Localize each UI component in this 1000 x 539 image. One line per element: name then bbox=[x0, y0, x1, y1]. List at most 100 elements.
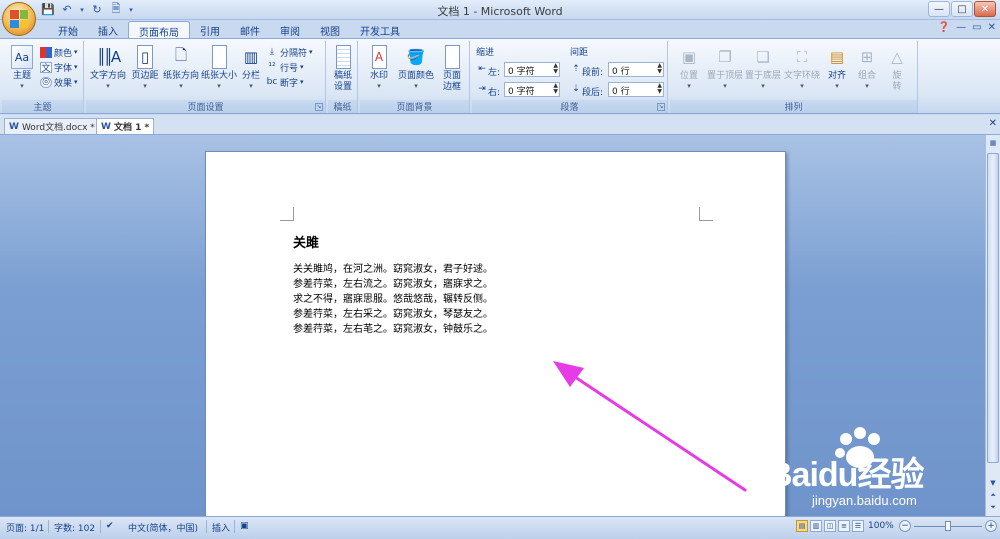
zoom-level[interactable]: 100% bbox=[868, 521, 894, 531]
columns-button[interactable]: ▥ 分栏 ▾ bbox=[238, 43, 264, 97]
zoom-in-icon[interactable]: + bbox=[985, 520, 997, 532]
status-divider bbox=[100, 520, 101, 533]
indent-left-input[interactable]: 0 字符 ▲ ▼ bbox=[504, 62, 560, 77]
indent-right-label: 右: bbox=[488, 88, 501, 98]
title-bar: 💾 ↶ ▾ ↻ 🗎 ▾ 文档 1 - Microsoft Word — □ ✕ bbox=[0, 0, 1000, 20]
page-color-icon: 🪣 bbox=[406, 48, 426, 66]
status-divider bbox=[234, 520, 235, 533]
document-body[interactable]: 关关雎鸠，在河之洲。窈窕淑女，君子好逑。 参差荇菜，左右流之。窈窕淑女，寤寐求之… bbox=[293, 262, 493, 337]
ribbon-minimize-icon[interactable]: — bbox=[956, 22, 966, 33]
tab-mailings[interactable]: 邮件 bbox=[230, 21, 270, 38]
zoom-out-icon[interactable]: − bbox=[899, 520, 911, 532]
scroll-down-icon[interactable]: ▼ bbox=[987, 477, 999, 489]
margins-button[interactable]: ▯ 页边距 ▾ bbox=[128, 43, 162, 97]
minimize-button[interactable]: — bbox=[928, 1, 950, 17]
breaks-button[interactable]: ⤓ 分隔符 ▾ bbox=[266, 45, 313, 59]
draft-view-icon[interactable]: ☰ bbox=[852, 520, 864, 532]
hyphenation-button[interactable]: bc 断字 ▾ bbox=[266, 75, 304, 89]
page-color-button[interactable]: 🪣 页面颜色 ▾ bbox=[396, 43, 436, 97]
margin-corner-top-left bbox=[280, 207, 294, 221]
close-doc-tab-icon[interactable]: ✕ bbox=[989, 118, 997, 129]
spacing-after-input[interactable]: 0 行 ▲ ▼ bbox=[608, 82, 664, 97]
tab-home[interactable]: 开始 bbox=[48, 21, 88, 38]
web-layout-view-icon[interactable]: ◫ bbox=[824, 520, 836, 532]
group-manuscript-label: 稿纸 bbox=[328, 100, 357, 113]
paragraph-launcher-icon[interactable]: ↘ bbox=[657, 103, 665, 111]
tab-page-layout[interactable]: 页面布局 bbox=[128, 21, 190, 39]
tab-view[interactable]: 视图 bbox=[310, 21, 350, 38]
align-button[interactable]: ▤ 对齐 ▾ bbox=[822, 43, 852, 97]
ribbon-restore-icon[interactable]: ▭ bbox=[972, 22, 981, 33]
tab-insert[interactable]: 插入 bbox=[88, 21, 128, 38]
theme-colors-button[interactable]: 颜色 ▾ bbox=[40, 45, 78, 59]
print-layout-view-icon[interactable]: ▤ bbox=[796, 520, 808, 532]
poem-line[interactable]: 参差荇菜，左右芼之。窈窕淑女，钟鼓乐之。 bbox=[293, 322, 493, 337]
bring-front-label: 置于顶层 bbox=[706, 71, 743, 81]
next-page-icon[interactable]: ⏷ bbox=[987, 501, 999, 513]
position-button: ▣ 位置 ▾ bbox=[672, 43, 706, 97]
doc-tab-document1[interactable]: W 文档 1 * bbox=[96, 118, 155, 134]
theme-fonts-icon: 文 bbox=[40, 61, 52, 74]
indent-left-spinner-icon[interactable]: ▲ ▼ bbox=[553, 63, 558, 75]
send-back-button: ❏ 置于底层 ▾ bbox=[744, 43, 782, 97]
page-borders-icon bbox=[444, 45, 460, 69]
poem-line[interactable]: 关关雎鸠，在河之洲。窈窕淑女，君子好逑。 bbox=[293, 262, 493, 277]
doc-tab-word-docx[interactable]: W Word文档.docx * bbox=[4, 118, 100, 134]
word-doc-icon: W bbox=[9, 121, 19, 132]
status-language[interactable]: 中文(简体，中国) bbox=[128, 521, 198, 534]
proofing-icon[interactable]: ✔ bbox=[106, 521, 114, 531]
help-icon[interactable]: ❓ bbox=[938, 22, 950, 33]
status-insert-mode[interactable]: 插入 bbox=[212, 521, 230, 534]
spacing-before-input[interactable]: 0 行 ▲ ▼ bbox=[608, 62, 664, 77]
poem-line[interactable]: 求之不得，寤寐思服。悠哉悠哉，辗转反侧。 bbox=[293, 292, 493, 307]
themes-button[interactable]: Aa 主题 ▾ bbox=[4, 43, 40, 97]
indent-right-spinner-icon[interactable]: ▲ ▼ bbox=[553, 83, 558, 95]
poem-line[interactable]: 参差荇菜，左右流之。窈窕淑女，寤寐求之。 bbox=[293, 277, 493, 292]
group-objects-button: ⊞ 组合 ▾ bbox=[852, 43, 882, 97]
spacing-after-spinner-icon[interactable]: ▲ ▼ bbox=[657, 83, 662, 95]
ribbon-close-icon[interactable]: ✕ bbox=[988, 22, 996, 33]
ruler-toggle-icon[interactable]: ▦ bbox=[987, 137, 999, 149]
document-page[interactable]: 关雎 关关雎鸠，在河之洲。窈窕淑女，君子好逑。 参差荇菜，左右流之。窈窕淑女，寤… bbox=[205, 151, 786, 516]
spacing-before-spinner-icon[interactable]: ▲ ▼ bbox=[657, 63, 662, 75]
group-page-setup-label: 页面设置 bbox=[86, 100, 325, 113]
orientation-button[interactable]: 🗋 纸张方向 ▾ bbox=[162, 43, 200, 97]
document-heading[interactable]: 关雎 bbox=[293, 232, 319, 251]
manuscript-setup-button[interactable]: 稿纸 设置 bbox=[328, 43, 358, 97]
tab-developer[interactable]: 开发工具 bbox=[350, 21, 410, 38]
ribbon: Aa 主题 ▾ 颜色 ▾ 文 字体 ▾ ◎ 效果 ▾ 主题 ║║A 文字方向 ▾ ▯ … bbox=[0, 38, 1000, 114]
text-wrap-icon: ⛶ bbox=[796, 48, 808, 66]
document-workspace: 关雎 关关雎鸠，在河之洲。窈窕淑女，君子好逑。 参差荇菜，左右流之。窈窕淑女，寤… bbox=[0, 135, 985, 516]
poem-line[interactable]: 参差荇菜，左右采之。窈窕淑女，琴瑟友之。 bbox=[293, 307, 493, 322]
align-dropdown-icon: ▾ bbox=[835, 82, 839, 90]
outline-view-icon[interactable]: ≡ bbox=[838, 520, 850, 532]
watermark-button[interactable]: A 水印 ▾ bbox=[362, 43, 396, 97]
maximize-button[interactable]: □ bbox=[951, 1, 973, 17]
group-themes-label: 主题 bbox=[2, 100, 83, 113]
page-borders-label-2: 边框 bbox=[442, 82, 461, 92]
full-screen-reading-view-icon[interactable]: ▥ bbox=[810, 520, 822, 532]
theme-effects-button[interactable]: ◎ 效果 ▾ bbox=[40, 75, 78, 89]
size-button[interactable]: 纸张大小 ▾ bbox=[200, 43, 238, 97]
macro-record-icon[interactable]: ▣ bbox=[240, 521, 249, 531]
theme-fonts-button[interactable]: 文 字体 ▾ bbox=[40, 60, 78, 74]
tab-review[interactable]: 审阅 bbox=[270, 21, 310, 38]
tab-references[interactable]: 引用 bbox=[190, 21, 230, 38]
status-word-count[interactable]: 字数: 102 bbox=[54, 521, 95, 534]
page-borders-button[interactable]: 页面 边框 bbox=[436, 43, 468, 97]
close-button[interactable]: ✕ bbox=[974, 1, 996, 17]
status-page[interactable]: 页面: 1/1 bbox=[6, 521, 44, 534]
indent-right-input[interactable]: 0 字符 ▲ ▼ bbox=[504, 82, 560, 97]
page-setup-launcher-icon[interactable]: ↘ bbox=[315, 103, 323, 111]
document-tabs-bar: W Word文档.docx * W 文档 1 * ✕ bbox=[0, 115, 1000, 135]
text-direction-button[interactable]: ║║A 文字方向 ▾ bbox=[88, 43, 128, 97]
scrollbar-thumb[interactable] bbox=[987, 153, 999, 463]
watermark-dropdown-icon: ▾ bbox=[377, 82, 381, 90]
group-page-setup: ║║A 文字方向 ▾ ▯ 页边距 ▾ 🗋 纸张方向 ▾ 纸张大小 ▾ ▥ 分栏 … bbox=[86, 41, 326, 113]
office-button[interactable] bbox=[2, 2, 36, 36]
prev-page-icon[interactable]: ⏶ bbox=[987, 489, 999, 501]
group-paragraph: 缩进 间距 ⇤ 左: 0 字符 ▲ ▼ ⇥ 右: 0 字符 ▲ ▼ ⇡ 段前: 0 … bbox=[472, 41, 668, 113]
vertical-scrollbar[interactable]: ▦ ▼ ⏶ ⏷ bbox=[985, 135, 1000, 516]
zoom-slider-thumb[interactable] bbox=[945, 521, 951, 531]
line-numbers-button[interactable]: ¹² 行号 ▾ bbox=[266, 60, 303, 74]
